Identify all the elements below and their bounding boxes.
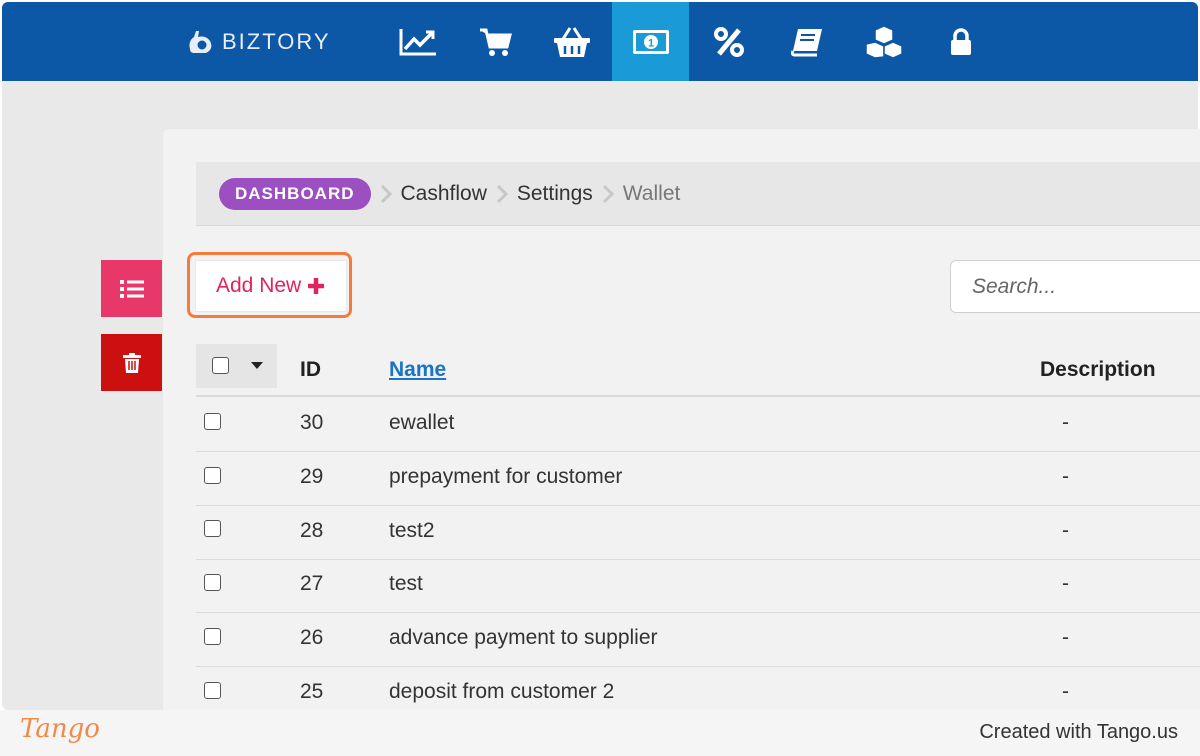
column-header-id: ID: [300, 358, 321, 381]
percent-icon: [713, 26, 744, 57]
biztory-logo-icon: [189, 31, 212, 53]
nav-item-sales[interactable]: [456, 2, 533, 81]
table-row[interactable]: 26 advance payment to supplier -: [196, 612, 1200, 667]
list-icon: [119, 279, 144, 298]
breadcrumb: DASHBOARD Cashflow Settings Wallet: [196, 162, 1200, 226]
lock-icon: [950, 27, 971, 55]
row-checkbox[interactable]: [204, 467, 221, 484]
caret-down-icon[interactable]: [251, 362, 263, 369]
column-header-name[interactable]: Name: [389, 358, 446, 382]
breadcrumb-dashboard[interactable]: DASHBOARD: [219, 177, 371, 210]
cell-id: 30: [300, 411, 324, 434]
cell-name[interactable]: ewallet: [389, 411, 454, 435]
tango-footer: Tango Created with Tango.us: [0, 710, 1200, 756]
cell-description: -: [1062, 572, 1069, 595]
cell-name[interactable]: prepayment for customer: [389, 465, 622, 489]
cell-id: 27: [300, 572, 324, 595]
table-row[interactable]: 28 test2 -: [196, 505, 1200, 560]
boxes-icon: [864, 24, 903, 59]
row-checkbox[interactable]: [204, 628, 221, 645]
book-icon: [790, 28, 822, 56]
nav-item-cashflow[interactable]: 1: [612, 2, 689, 81]
cell-name[interactable]: deposit from customer 2: [389, 680, 614, 704]
cell-description: -: [1062, 680, 1069, 703]
cell-description: -: [1062, 626, 1069, 649]
brand-logo[interactable]: BIZTORY: [186, 27, 331, 57]
row-checkbox[interactable]: [204, 682, 221, 699]
svg-text:1: 1: [647, 37, 653, 49]
breadcrumb-cashflow[interactable]: Cashflow: [401, 182, 487, 206]
table-row[interactable]: 29 prepayment for customer -: [196, 451, 1200, 506]
nav-item-accounting[interactable]: [768, 2, 845, 81]
delete-button[interactable]: [101, 334, 162, 391]
nav-item-purchases[interactable]: [533, 2, 610, 81]
chevron-right-icon: [602, 184, 614, 203]
column-header-description: Description: [1040, 358, 1156, 381]
row-checkbox[interactable]: [204, 413, 221, 430]
chevron-right-icon: [380, 184, 392, 203]
cell-description: -: [1062, 411, 1069, 434]
table-row[interactable]: 25 deposit from customer 2 -: [196, 666, 1200, 710]
brand-name: BIZTORY: [222, 29, 331, 54]
table-row[interactable]: 30 ewallet -: [196, 397, 1200, 452]
breadcrumb-settings[interactable]: Settings: [517, 182, 593, 206]
chart-line-icon: [399, 28, 436, 55]
created-with-tango: Created with Tango.us: [979, 721, 1178, 743]
tango-logo: Tango: [20, 714, 100, 744]
bulk-select-area: [196, 344, 277, 388]
cell-description: -: [1062, 519, 1069, 542]
select-all-checkbox[interactable]: [212, 357, 229, 374]
add-new-button[interactable]: Add New: [195, 260, 347, 312]
money-icon: 1: [632, 29, 669, 54]
cell-id: 25: [300, 680, 324, 703]
breadcrumb-wallet: Wallet: [622, 181, 681, 205]
row-checkbox[interactable]: [204, 574, 221, 591]
cell-description: -: [1062, 465, 1069, 488]
cell-id: 29: [300, 465, 324, 488]
cell-id: 26: [300, 626, 324, 649]
nav-item-reports[interactable]: [379, 2, 456, 81]
top-navbar: BIZTORY 1: [2, 2, 1198, 81]
cart-icon: [479, 28, 512, 56]
cell-name[interactable]: test2: [389, 519, 435, 543]
cell-name[interactable]: advance payment to supplier: [389, 626, 658, 650]
list-view-button[interactable]: [101, 260, 162, 317]
plus-icon: [307, 277, 325, 295]
cell-id: 28: [300, 519, 324, 542]
nav-item-lock[interactable]: [922, 2, 999, 81]
basket-icon: [553, 26, 590, 57]
table-row[interactable]: 27 test -: [196, 558, 1200, 613]
add-new-label: Add New: [216, 274, 302, 297]
search-input[interactable]: [950, 260, 1200, 313]
nav-item-tax[interactable]: [690, 2, 767, 81]
cell-name[interactable]: test: [389, 572, 423, 596]
trash-icon: [122, 352, 141, 373]
row-checkbox[interactable]: [204, 520, 221, 537]
chevron-right-icon: [496, 184, 508, 203]
nav-item-inventory[interactable]: [845, 2, 922, 81]
